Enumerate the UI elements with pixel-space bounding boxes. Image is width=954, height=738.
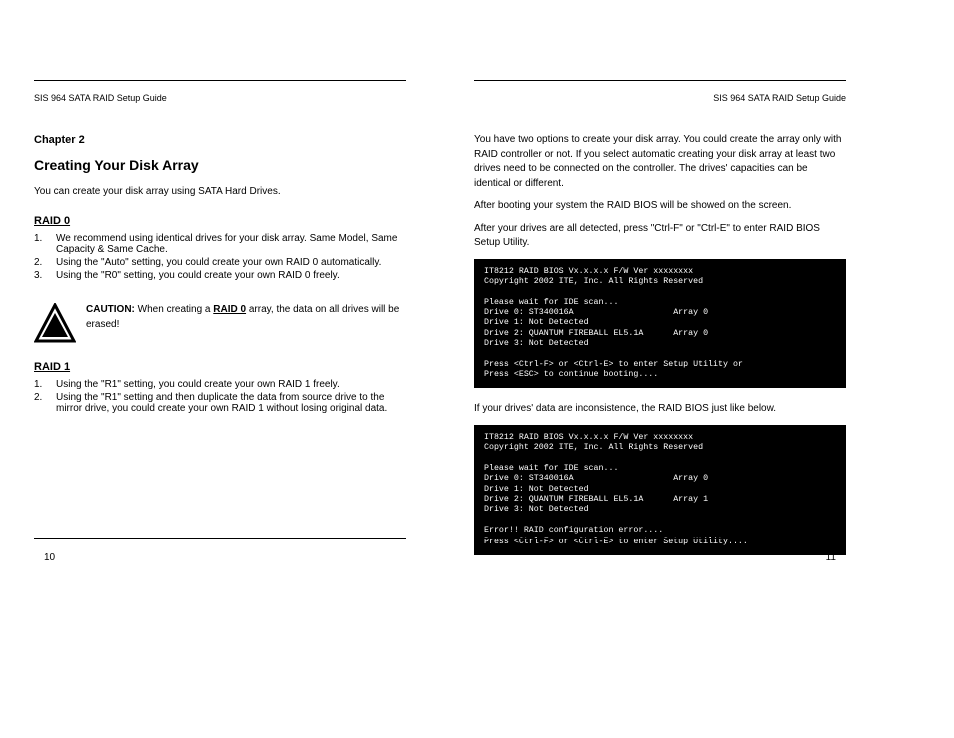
list-item: 2.Using the "Auto" setting, you could cr… (34, 257, 406, 268)
warning-icon (34, 303, 76, 345)
left-page: SIS 964 SATA RAID Setup Guide Chapter 2 … (0, 0, 440, 599)
chapter-header: SIS 964 SATA RAID Setup Guide (474, 93, 846, 103)
caution-block: CAUTION: When creating a RAID 0 array, t… (34, 303, 406, 345)
page-title: Creating Your Disk Array (34, 157, 406, 173)
divider (474, 80, 846, 81)
raid1-heading: RAID 1 (34, 361, 406, 373)
list-item: 1.Using the "R1" setting, you could crea… (34, 379, 406, 390)
header-title: SIS 964 SATA RAID Setup Guide (713, 93, 846, 103)
chapter-header: SIS 964 SATA RAID Setup Guide (34, 93, 406, 103)
page-number: 10 (44, 552, 55, 563)
list-item: 1.We recommend using identical drives fo… (34, 233, 406, 255)
intro-text: You can create your disk array using SAT… (34, 185, 406, 200)
bios-screenshot: IT8212 RAID BIOS Vx.x.x.x F/W Ver xxxxxx… (474, 259, 846, 389)
divider (474, 538, 846, 539)
raid0-heading: RAID 0 (34, 215, 406, 227)
page-number: 11 (826, 552, 836, 563)
two-page-spread: SIS 964 SATA RAID Setup Guide Chapter 2 … (0, 0, 954, 599)
body-paragraph: After booting your system the RAID BIOS … (474, 199, 846, 214)
body-paragraph: After your drives are all detected, pres… (474, 222, 846, 251)
header-title: SIS 964 SATA RAID Setup Guide (34, 93, 167, 103)
divider (34, 538, 406, 539)
section-label: Chapter 2 (34, 133, 406, 149)
list-item: 3.Using the "R0" setting, you could crea… (34, 270, 406, 281)
divider (34, 80, 406, 81)
body-paragraph: You have two options to create your disk… (474, 133, 846, 191)
caution-text: CAUTION: When creating a RAID 0 array, t… (86, 303, 406, 332)
body-paragraph: If your drives' data are inconsistence, … (474, 402, 846, 417)
bios-screenshot: IT8212 RAID BIOS Vx.x.x.x F/W Ver xxxxxx… (474, 425, 846, 555)
list-item: 2.Using the "R1" setting and then duplic… (34, 392, 406, 414)
right-page: SIS 964 SATA RAID Setup Guide You have t… (440, 0, 880, 599)
